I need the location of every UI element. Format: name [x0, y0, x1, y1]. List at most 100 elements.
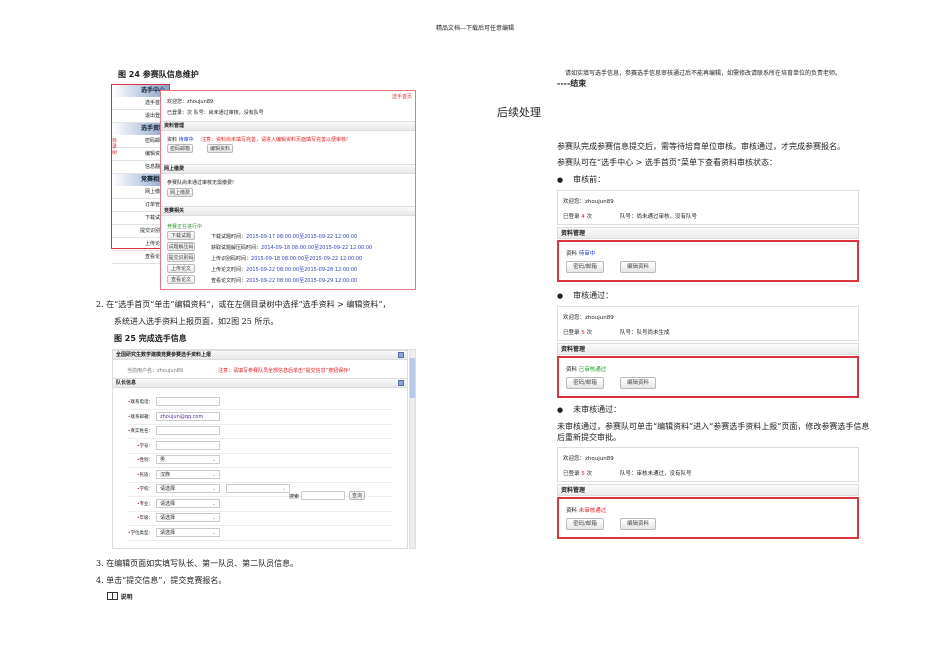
text-field[interactable]: zhoujun@qq.com	[156, 411, 220, 421]
contest-status: 竞赛正在进行中	[167, 224, 203, 230]
select-field[interactable]: 请选择 ⌄	[156, 527, 220, 537]
welcome-text: 欢迎您：zhoujun89	[563, 315, 614, 321]
field-label: 联系邮箱：	[113, 414, 154, 420]
edit-profile-button[interactable]: 编辑资料	[620, 261, 656, 273]
online-payment-button[interactable]: 网上缴费	[167, 188, 193, 197]
edit-profile-button[interactable]: 编辑资料	[620, 377, 656, 389]
login-prefix: 已登录	[563, 471, 580, 477]
status-label: 资料	[566, 251, 578, 257]
school-select-2[interactable]: ⌄	[226, 484, 290, 493]
chevron-down-icon: ⌄	[211, 486, 216, 492]
welcome-text: 欢迎您：zhoujun89	[563, 456, 614, 462]
field-label: 性别：	[113, 457, 154, 463]
section-heading: 后续处理	[497, 106, 541, 119]
time-label: 下载试题时间：	[211, 234, 247, 240]
text-field[interactable]	[156, 440, 220, 450]
password-email-button[interactable]: 密码/邮箱	[566, 518, 604, 530]
field-label: 专业：	[113, 501, 154, 507]
text-field[interactable]	[156, 397, 220, 406]
field-label: 学号：	[113, 443, 154, 449]
chevron-down-icon: ⌄	[211, 515, 216, 521]
contest-action-button[interactable]: 提交识别码	[167, 253, 195, 262]
data-management-header: 资料管理	[557, 227, 859, 239]
select-field[interactable]: 男 ⌄	[156, 455, 220, 464]
select-field[interactable]: 请选择 ⌄	[156, 513, 220, 522]
chevron-down-icon: ⌄	[211, 500, 216, 507]
notice-text: 注意：资料尚未填写完善，请进入编辑资料页面填写完善以便审核!	[201, 137, 349, 143]
search-button[interactable]: 查询	[349, 491, 365, 500]
text-field[interactable]	[156, 426, 220, 435]
corner-label: 选手首页	[391, 94, 412, 100]
contest-action-button[interactable]: 试题解压码	[167, 242, 195, 251]
login-prefix: 已登录	[563, 214, 580, 220]
collapse-icon[interactable]	[398, 380, 404, 386]
time-label: 上传识别码时间：	[211, 256, 252, 262]
bullet-before-review: 审核前：	[557, 174, 605, 185]
section-online-payment: 网上缴费	[161, 164, 415, 174]
login-count: 5	[581, 330, 585, 336]
tree-label: 目录树	[112, 138, 118, 156]
password-email-button[interactable]: 密码邮箱	[167, 144, 193, 153]
contest-action-button[interactable]: 上传论文	[167, 264, 195, 273]
scrollbar[interactable]	[409, 349, 416, 549]
status-label: 资料	[566, 508, 578, 514]
welcome-text: 欢迎您：zhoujun89	[167, 99, 214, 105]
section-contest: 竞赛相关	[161, 206, 415, 216]
field-value: 男	[160, 457, 166, 463]
time-range: 2014-09-18 08:00:00至2015-09-22 12:00:00	[261, 245, 373, 251]
login-suffix: 次	[586, 471, 593, 477]
time-range: 2015-09-22 08:00:00至2015-09-29 12:00:00	[246, 278, 358, 284]
field-label: 联系电话：	[113, 399, 154, 405]
login-suffix: 次	[586, 214, 593, 220]
field-value: 请选择	[160, 486, 176, 492]
field-label: 学校：	[113, 486, 154, 492]
status-screenshot: 欢迎您：zhoujun89 已登录 5 次 队号：审核未通过，没有队号 资料管理…	[557, 447, 859, 541]
step-3-text: 3. 在编辑页面如实填写队长、第一队员、第二队员信息。	[96, 559, 299, 568]
school-search-input[interactable]	[301, 491, 345, 500]
figure-24-caption: 图 24 参赛队信息维护	[118, 70, 199, 79]
field-value: 请选择	[160, 529, 176, 536]
search-label: 搜索	[289, 494, 300, 500]
captain-info-section: 队长信息	[113, 378, 407, 388]
contest-action-button[interactable]: 查看论文	[167, 275, 195, 284]
current-user: 当前用户名：zhoujun89	[127, 368, 184, 374]
chevron-down-icon: ⌄	[281, 486, 286, 492]
password-email-button[interactable]: 密码/邮箱	[566, 261, 604, 273]
end-marker: ----结束	[557, 79, 587, 88]
time-label: 上传论文时间：	[211, 267, 247, 273]
payment-text: 参赛队尚未通过审核无需缴费!	[167, 180, 235, 186]
select-field[interactable]: 汉族 ⌄	[156, 469, 220, 479]
login-count: 4	[581, 214, 585, 220]
select-field[interactable]: 请选择 ⌄	[156, 498, 220, 508]
contest-action-button[interactable]: 下载试题	[167, 231, 195, 240]
edit-profile-button[interactable]: 编辑资料	[620, 518, 656, 530]
review-status: 未审核通过	[578, 508, 607, 514]
select-field[interactable]: 请选择 ⌄	[156, 484, 220, 493]
edit-profile-button[interactable]: 编辑资料	[207, 144, 233, 153]
step-4-text: 4. 单击“提交信息”，提交竞赛报名。	[96, 576, 227, 585]
password-email-button[interactable]: 密码/邮箱	[566, 377, 604, 389]
review-status: 待审中	[578, 251, 596, 257]
status-label: 资料	[167, 137, 178, 143]
field-value: 请选择	[160, 500, 176, 507]
status-label: 资料	[566, 367, 578, 373]
bullet-rejected: 未审核通过：	[557, 404, 621, 415]
step-2-text: 2. 在“选手首页”单击“编辑资料”，或在左侧目录树中选择“选手资料 > 编辑资…	[96, 300, 391, 309]
field-label: 真实姓名：	[113, 428, 154, 434]
bullet-approved: 审核通过：	[557, 290, 613, 301]
note-label: 说明	[120, 594, 133, 601]
collapse-icon[interactable]	[398, 352, 404, 358]
review-status: 已审核通过	[578, 367, 607, 373]
team-number: 队号：尚未通过审核，没有队号	[620, 214, 698, 220]
player-home-panel: 选手首页 欢迎您：zhoujun89 已登录：次 队号：尚未通过审核，没有队号 …	[160, 90, 416, 290]
time-label: 获取试题解压码时间：	[211, 245, 262, 251]
profile-form-panel: 全国研究生数学建模竞赛参赛选手资料上报 当前用户名：zhoujun89 注意：请…	[112, 349, 408, 549]
section-data-management: 资料管理	[161, 121, 415, 131]
field-value: zhoujun@qq.com	[160, 413, 204, 420]
field-value: 汉族	[160, 471, 171, 478]
book-icon	[107, 592, 118, 600]
welcome-text: 欢迎您：zhoujun89	[563, 199, 614, 205]
team-number: 队号：队号尚未生成	[620, 330, 670, 336]
figure-25-caption: 图 25 完成选手信息	[114, 334, 187, 343]
time-range: 2015-09-17 08:00:00至2015-09-22 12:00:00	[246, 234, 358, 240]
